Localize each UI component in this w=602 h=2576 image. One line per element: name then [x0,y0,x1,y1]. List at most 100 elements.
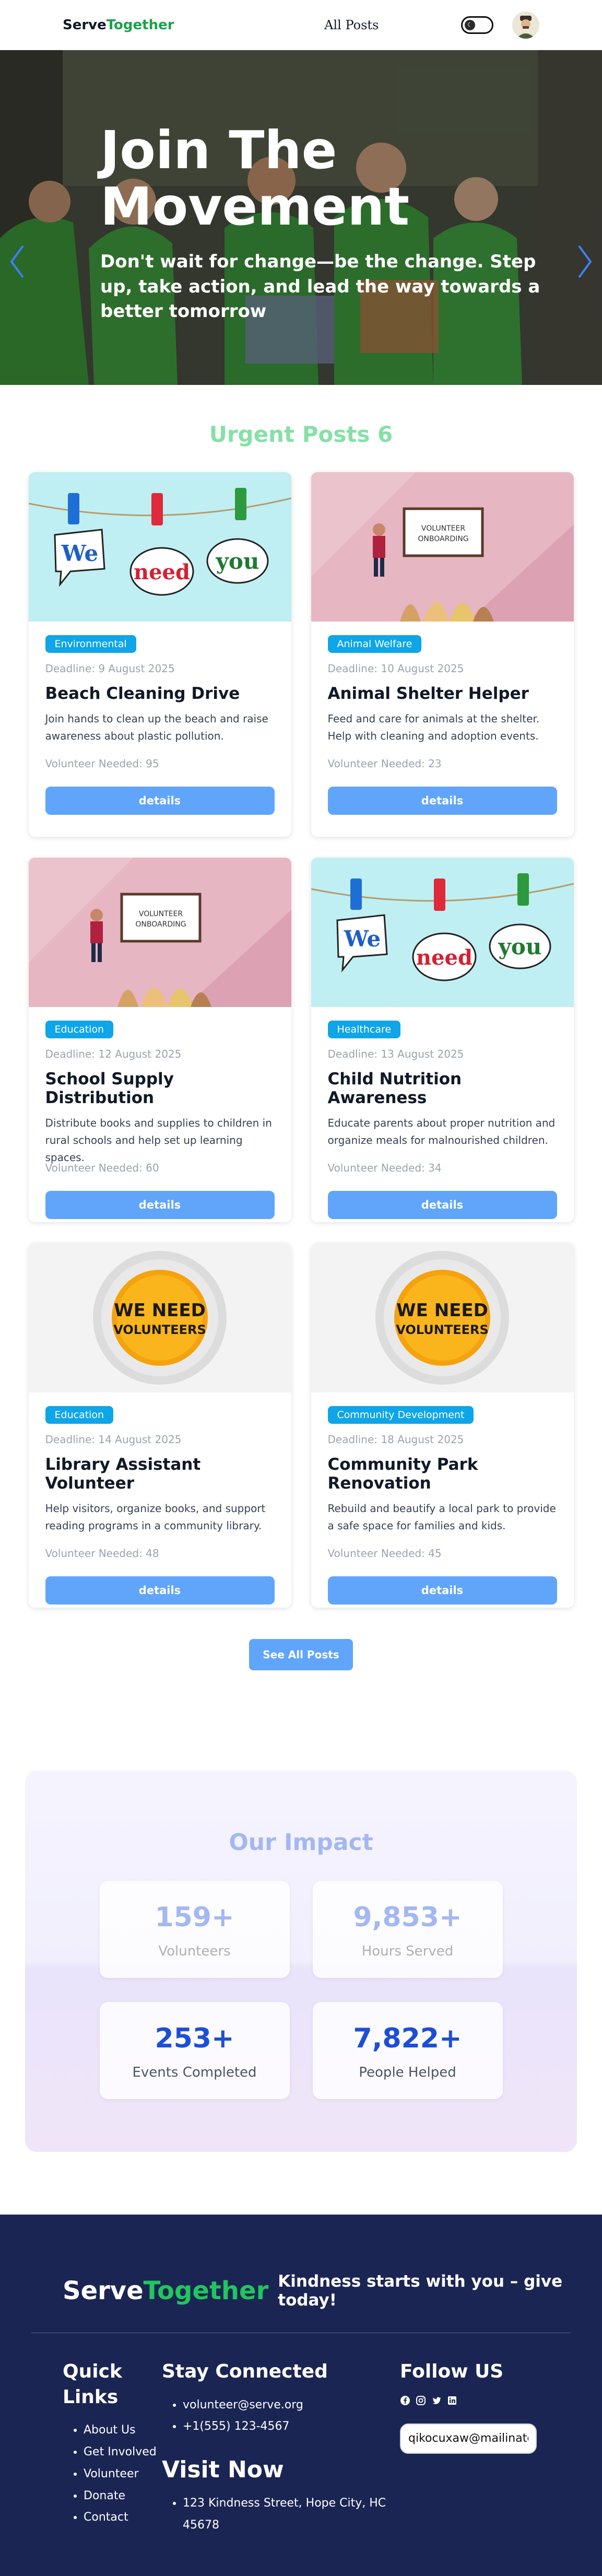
post-title: Beach Cleaning Drive [45,684,240,703]
post-deadline: Deadline: 10 August 2025 [327,662,464,675]
post-deadline: Deadline: 18 August 2025 [327,1433,464,1446]
contact-email[interactable]: volunteer@serve.org [183,2394,400,2416]
category-badge: Education [45,1021,114,1038]
footer-brand-part-2: Together [143,2276,269,2305]
linkedin-icon[interactable] [447,2395,457,2406]
volunteers-needed: Volunteer Needed: 45 [327,1547,442,1560]
footer-top: ServeTogether Kindness starts with you –… [31,2272,571,2333]
footer: ServeTogether Kindness starts with you –… [0,2215,602,2576]
theme-toggle[interactable]: ☾ [461,16,493,34]
post-card: VOLUNTEER ONBOARDING Education Deadline:… [28,858,291,1222]
quick-link-item[interactable]: Volunteer [84,2463,162,2485]
social-icons [400,2395,557,2406]
post-image-volunteer-onboarding: VOLUNTEER ONBOARDING [311,472,574,622]
quick-link-item[interactable]: About Us [84,2419,162,2441]
volunteers-needed: Volunteer Needed: 34 [327,1162,442,1174]
see-all-posts-button[interactable]: See All Posts [249,1639,353,1670]
quick-links-title: Quick Links [63,2361,122,2408]
post-description: Join hands to clean up the beach and rai… [45,712,268,742]
post-title: School Supply Distribution [45,1070,174,1107]
post-deadline: Deadline: 14 August 2025 [45,1433,182,1446]
volunteers-needed: Volunteer Needed: 48 [45,1547,159,1560]
category-badge: Animal Welfare [327,635,422,653]
post-card: We need you Environmental Deadline: 9 Au… [28,472,291,837]
hero-subtitle: Don't wait for change—be the change. Ste… [100,251,540,322]
details-button[interactable]: details [45,787,275,815]
brand-part-2: Together [106,17,174,33]
instagram-icon[interactable] [416,2395,426,2406]
impact-stats-grid: 159+ Volunteers 9,853+ Hours Served 253+… [25,1881,577,2099]
stat-value: 9,853+ [353,1902,462,1933]
category-badge: Environmental [45,635,136,653]
post-deadline: Deadline: 12 August 2025 [45,1048,182,1060]
visit-now-title: Visit Now [162,2456,284,2484]
moon-icon: ☾ [465,19,475,30]
image-onboarding-line1: VOLUNTEER [421,524,465,533]
post-title: Community Park Renovation [327,1455,478,1493]
stat-events-completed: 253+ Events Completed [99,2002,290,2099]
carousel-next-arrow-icon[interactable] [574,243,595,280]
stat-volunteers: 159+ Volunteers [99,1881,290,1978]
follow-us-title: Follow US [400,2361,504,2382]
stay-connected-title: Stay Connected [162,2361,328,2382]
stat-label: People Helped [359,2065,456,2080]
details-button[interactable]: details [327,1191,557,1219]
image-we-text: We [61,541,98,566]
post-image-we-need-volunteers: WE NEED VOLUNTEERS [28,1243,291,1392]
hero-content: Join The Movement Don't wait for change—… [100,122,549,324]
post-title: Animal Shelter Helper [327,684,529,703]
quick-link-item[interactable]: Get Involved [84,2441,162,2463]
stat-people-helped: 7,822+ People Helped [312,2002,503,2099]
post-card-body: Community Development Deadline: 18 Augus… [311,1392,574,1608]
post-image-we-need-you: We need you [28,472,291,622]
user-avatar-icon [512,11,539,39]
post-image-volunteer-onboarding: VOLUNTEER ONBOARDING [28,858,291,1007]
facebook-icon[interactable] [400,2395,410,2406]
nav-all-posts-link[interactable]: All Posts [324,18,379,32]
post-deadline: Deadline: 9 August 2025 [45,662,175,675]
avatar[interactable] [512,11,539,39]
stat-value: 7,822+ [353,2023,462,2054]
address-list: 123 Kindness Street, Hope City, HC 45678 [162,2492,400,2536]
post-card-body: Environmental Deadline: 9 August 2025 Be… [29,622,291,828]
urgent-posts-title: Urgent Posts 6 [209,421,393,447]
stat-label: Events Completed [132,2065,257,2080]
newsletter-email-input[interactable] [400,2423,537,2454]
post-description: Help visitors, organize books, and suppo… [45,1502,266,1532]
footer-brand[interactable]: ServeTogether [63,2276,268,2305]
stat-label: Hours Served [361,1943,454,1959]
post-card: We need you Healthcare Deadline: 13 Augu… [311,858,574,1222]
details-button[interactable]: details [327,1576,557,1605]
contact-phone[interactable]: +1(555) 123-4567 [183,2416,400,2438]
post-description: Distribute books and supplies to childre… [45,1117,272,1164]
image-need-text: need [416,945,473,970]
category-badge: Education [45,1406,114,1424]
brand-part-1: Serve [63,17,107,33]
post-card: VOLUNTEER ONBOARDING Animal Welfare Dead… [311,472,574,837]
details-button[interactable]: details [45,1576,275,1605]
post-card: WE NEED VOLUNTEERS Community Development… [311,1243,574,1608]
post-deadline: Deadline: 13 August 2025 [327,1048,464,1060]
image-onboarding-line1: VOLUNTEER [138,910,182,918]
stat-value: 253+ [155,2023,234,2054]
post-card-grid: We need you Environmental Deadline: 9 Au… [0,472,602,1608]
twitter-icon[interactable] [431,2395,442,2406]
carousel-prev-arrow-icon[interactable] [7,243,28,280]
details-button[interactable]: details [327,787,557,815]
image-wnv-line2: VOLUNTEERS [113,1322,206,1337]
quick-link-item[interactable]: Donate [84,2485,162,2507]
post-card-body: Education Deadline: 12 August 2025 Schoo… [29,1007,291,1222]
category-badge: Community Development [327,1406,474,1424]
brand-logo[interactable]: ServeTogether [63,17,174,33]
quick-link-item[interactable]: Contact [84,2507,162,2528]
details-button[interactable]: details [45,1191,275,1219]
contact-address: 123 Kindness Street, Hope City, HC 45678 [183,2492,400,2536]
image-you-text: you [498,934,541,959]
post-description: Rebuild and beautify a local park to pro… [327,1502,556,1532]
hero-title: Join The Movement [100,120,410,237]
post-description: Educate parents about proper nutrition a… [327,1117,556,1146]
volunteers-needed: Volunteer Needed: 60 [45,1162,159,1174]
post-card-body: Animal Welfare Deadline: 10 August 2025 … [311,622,574,828]
footer-stay-connected: Stay Connected volunteer@serve.org +1(55… [162,2359,400,2536]
image-wnv-line1: WE NEED [114,1300,206,1321]
